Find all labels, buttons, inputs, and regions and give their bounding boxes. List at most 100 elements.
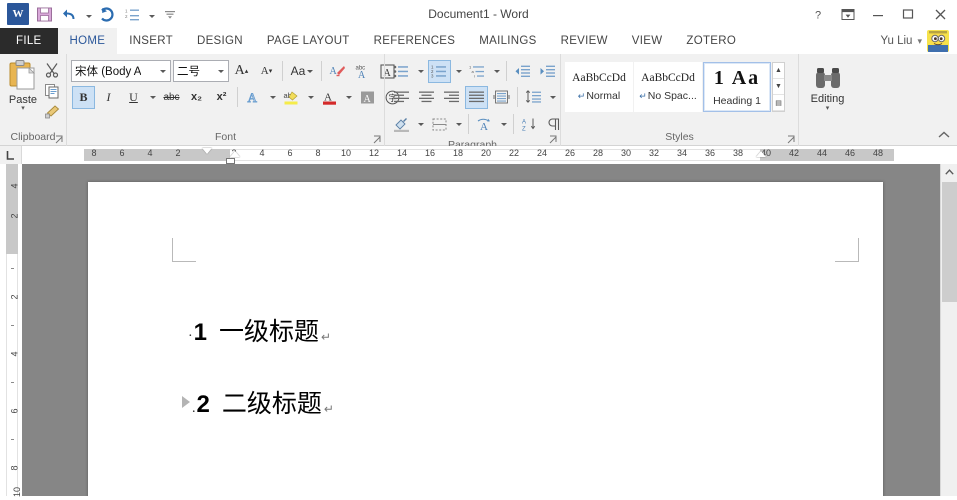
- numbering-caret-icon[interactable]: [453, 60, 464, 83]
- document-page[interactable]: · 1 一级标题 ↵ . 2 二级标题 ↵: [88, 182, 883, 496]
- text-highlight-caret-icon[interactable]: [305, 86, 316, 109]
- account-area[interactable]: Yu Liu ▾: [880, 28, 957, 54]
- text-effects-button[interactable]: A: [242, 86, 265, 109]
- align-left-button[interactable]: [390, 86, 413, 109]
- borders-caret-icon[interactable]: [453, 113, 464, 136]
- save-icon[interactable]: [32, 3, 56, 25]
- superscript-button[interactable]: x²: [210, 86, 233, 109]
- numbering-button[interactable]: 1 2 3: [428, 59, 451, 83]
- font-dialog-launcher[interactable]: [372, 135, 382, 145]
- style-item-heading-1[interactable]: 1 Aa Heading 1: [703, 62, 771, 112]
- vertical-ruler[interactable]: 4 2 2 4 6 8 10: [0, 164, 22, 497]
- document-heading-1[interactable]: · 1 一级标题 ↵: [188, 312, 331, 348]
- style-item-normal[interactable]: AaBbCcDd ↵Normal: [565, 62, 633, 112]
- multilevel-list-button[interactable]: 1 a i: [466, 60, 489, 83]
- align-right-button[interactable]: [440, 86, 463, 109]
- font-name-caret-icon[interactable]: [156, 69, 170, 73]
- clipboard-dialog-launcher[interactable]: [54, 135, 64, 145]
- close-icon[interactable]: [923, 1, 957, 27]
- multilevel-list-caret-icon[interactable]: [491, 60, 502, 83]
- font-color-button[interactable]: A: [318, 86, 341, 109]
- tab-view[interactable]: VIEW: [620, 28, 675, 54]
- change-case-button[interactable]: Aa: [287, 60, 317, 83]
- numbering-dropdown-caret-icon[interactable]: [147, 3, 156, 25]
- justify-button[interactable]: [465, 85, 488, 109]
- tab-file[interactable]: FILE: [0, 28, 58, 54]
- paste-caret-icon[interactable]: ▾: [21, 105, 25, 112]
- scroll-up-arrow-icon[interactable]: [941, 164, 957, 181]
- styles-more-icon[interactable]: ▤: [773, 95, 784, 111]
- maximize-icon[interactable]: [893, 1, 923, 27]
- tab-references[interactable]: REFERENCES: [362, 28, 468, 54]
- align-center-button[interactable]: [415, 86, 438, 109]
- shading-button[interactable]: [390, 113, 413, 136]
- customize-quick-access-toolbar-icon[interactable]: [158, 3, 182, 25]
- decrease-indent-button[interactable]: [511, 60, 534, 83]
- shading-caret-icon[interactable]: [415, 113, 426, 136]
- underline-button[interactable]: U: [122, 86, 145, 109]
- font-color-caret-icon[interactable]: [343, 86, 354, 109]
- tab-insert[interactable]: INSERT: [117, 28, 185, 54]
- subscript-button[interactable]: x₂: [185, 86, 208, 109]
- styles-dialog-launcher[interactable]: [786, 135, 796, 145]
- format-painter-button[interactable]: [42, 102, 62, 122]
- paste-button[interactable]: Paste ▾: [4, 57, 42, 122]
- borders-button[interactable]: [428, 113, 451, 136]
- copy-button[interactable]: [42, 81, 62, 101]
- document-heading-2[interactable]: . 2 二级标题 ↵: [182, 384, 334, 420]
- tab-zotero[interactable]: ZOTERO: [674, 28, 748, 54]
- asian-layout-button[interactable]: A: [473, 113, 496, 136]
- increase-indent-button[interactable]: [536, 60, 559, 83]
- text-effects-caret-icon[interactable]: [267, 86, 278, 109]
- styles-scroll-up-icon[interactable]: ▲: [773, 63, 784, 79]
- grow-font-button[interactable]: A ▴: [230, 60, 253, 83]
- horizontal-ruler[interactable]: 8 6 4 2 2 4 6 8 10 12 14 16 18 20 22 24 …: [22, 146, 957, 164]
- styles-gallery-scroll[interactable]: ▲ ▼ ▤: [772, 62, 785, 112]
- italic-button[interactable]: I: [97, 86, 120, 109]
- tab-design[interactable]: DESIGN: [185, 28, 255, 54]
- paragraph-dialog-launcher[interactable]: [548, 135, 558, 145]
- line-spacing-caret-icon[interactable]: [547, 86, 558, 109]
- editing-button[interactable]: Editing ▾: [803, 63, 852, 112]
- phonetic-guide-button[interactable]: abc A: [351, 60, 374, 83]
- collapse-heading-icon[interactable]: [182, 396, 190, 408]
- character-shading-button[interactable]: A: [356, 86, 379, 109]
- undo-dropdown-caret-icon[interactable]: [84, 3, 93, 25]
- help-icon[interactable]: ?: [803, 1, 833, 27]
- scrollbar-thumb[interactable]: [942, 182, 957, 302]
- hanging-indent-marker[interactable]: [230, 151, 240, 157]
- shrink-font-button[interactable]: A ▾: [255, 60, 278, 83]
- minimize-icon[interactable]: [863, 1, 893, 27]
- strikethrough-button[interactable]: abc: [160, 86, 183, 109]
- undo-icon[interactable]: [58, 3, 82, 25]
- style-item-no-spacing[interactable]: AaBbCcDd ↵No Spac...: [634, 62, 702, 112]
- asian-layout-caret-icon[interactable]: [498, 113, 509, 136]
- account-caret-icon[interactable]: ▾: [917, 36, 922, 47]
- underline-dropdown-caret-icon[interactable]: [147, 86, 158, 109]
- font-size-combo[interactable]: 二号: [173, 60, 229, 82]
- text-highlight-button[interactable]: ab: [280, 86, 303, 109]
- clear-formatting-button[interactable]: A: [326, 60, 349, 83]
- distributed-button[interactable]: [490, 86, 513, 109]
- word-logo-icon[interactable]: W: [6, 3, 30, 25]
- first-line-indent-marker[interactable]: [202, 148, 212, 154]
- font-name-combo[interactable]: 宋体 (Body A: [71, 60, 171, 82]
- ribbon-display-options-icon[interactable]: [833, 1, 863, 27]
- font-size-caret-icon[interactable]: [214, 69, 228, 73]
- vertical-scrollbar[interactable]: [940, 164, 957, 496]
- sort-button[interactable]: A Z: [518, 113, 541, 136]
- numbering-icon[interactable]: 1 2: [121, 3, 145, 25]
- avatar[interactable]: [927, 30, 949, 52]
- cut-button[interactable]: [42, 60, 62, 80]
- bold-button[interactable]: B: [72, 85, 95, 109]
- editing-caret-icon[interactable]: ▾: [826, 105, 830, 112]
- tab-page-layout[interactable]: PAGE LAYOUT: [255, 28, 362, 54]
- tab-stop-selector[interactable]: [0, 146, 22, 164]
- bullets-button[interactable]: [390, 60, 413, 83]
- tab-mailings[interactable]: MAILINGS: [467, 28, 548, 54]
- right-indent-marker[interactable]: [756, 151, 766, 157]
- bullets-caret-icon[interactable]: [415, 60, 426, 83]
- redo-icon[interactable]: [95, 3, 119, 25]
- tab-home[interactable]: HOME: [57, 28, 118, 54]
- document-canvas[interactable]: · 1 一级标题 ↵ . 2 二级标题 ↵: [22, 164, 940, 496]
